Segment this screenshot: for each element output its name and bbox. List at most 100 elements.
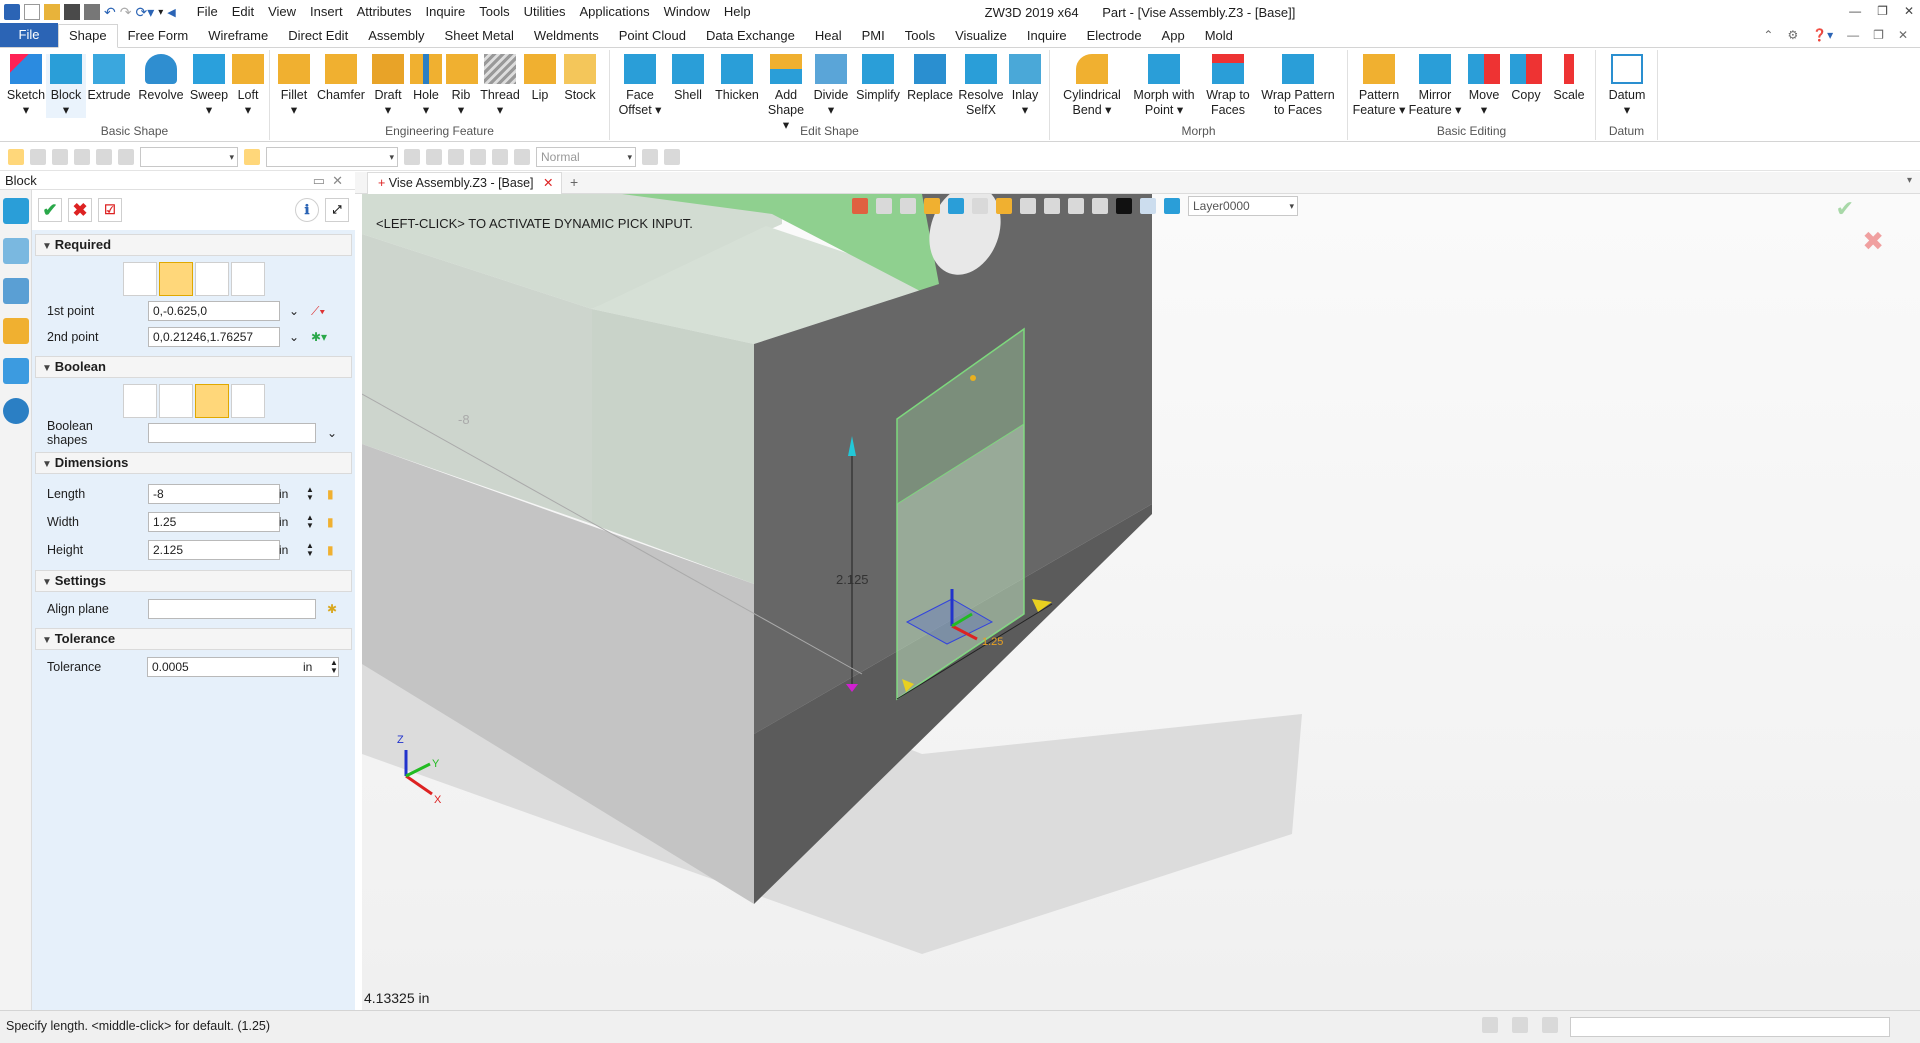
- wrap-to-faces-button[interactable]: Wrap to Faces: [1202, 54, 1254, 118]
- replace-button[interactable]: Replace: [906, 54, 954, 103]
- boolean-shapes-input[interactable]: [148, 423, 316, 443]
- height-spinner[interactable]: ▲ ▼: [306, 542, 314, 558]
- menu-tools[interactable]: Tools: [472, 0, 516, 24]
- help-icon[interactable]: ❓▾: [1812, 28, 1833, 42]
- vp-measure-icon[interactable]: [900, 198, 916, 214]
- minus-icon[interactable]: [52, 148, 68, 165]
- part-tab-icon[interactable]: [3, 318, 29, 344]
- revolve-button[interactable]: Revolve: [136, 54, 186, 103]
- tab-mold[interactable]: Mold: [1195, 25, 1243, 47]
- face-offset-button[interactable]: Face Offset ▾: [616, 54, 664, 118]
- layer-pick-icon[interactable]: [244, 148, 260, 165]
- sketch-button[interactable]: Sketch ▾: [6, 54, 46, 118]
- settings-header[interactable]: Settings: [35, 570, 352, 592]
- chamfer-button[interactable]: Chamfer: [316, 54, 366, 103]
- snap-icon[interactable]: [74, 148, 90, 165]
- menu-insert[interactable]: Insert: [303, 0, 350, 24]
- viewport-ok-icon[interactable]: ✔: [1836, 196, 1854, 222]
- undo-icon[interactable]: ↶: [104, 4, 116, 21]
- tab-assembly[interactable]: Assembly: [358, 25, 434, 47]
- tab-inquire[interactable]: Inquire: [1017, 25, 1077, 47]
- vp-display-icon[interactable]: [1092, 198, 1108, 214]
- new-tab-icon[interactable]: +: [570, 174, 578, 190]
- settings-gear-icon[interactable]: ⚙: [1787, 28, 1798, 42]
- 3d-viewport[interactable]: <LEFT-CLICK> TO ACTIVATE DYNAMIC PICK IN…: [362, 194, 1920, 1010]
- tab-app[interactable]: App: [1152, 25, 1195, 47]
- render-mode-combo[interactable]: Normal: [536, 146, 636, 167]
- tab-heal[interactable]: Heal: [805, 25, 852, 47]
- length-input[interactable]: -8: [148, 484, 280, 504]
- datum-button[interactable]: Datum ▾: [1602, 54, 1652, 118]
- history-tab-icon[interactable]: [3, 238, 29, 264]
- tab-file[interactable]: File: [0, 23, 58, 47]
- boolean-remove-icon[interactable]: [194, 384, 229, 418]
- gear-small-icon[interactable]: [664, 148, 680, 165]
- back-arrow-icon[interactable]: ◀: [167, 6, 175, 19]
- boolean-add-icon[interactable]: [158, 384, 193, 418]
- vp-fit-icon[interactable]: [1044, 198, 1060, 214]
- vp-box-icon[interactable]: [996, 198, 1012, 214]
- divide-button[interactable]: Divide ▾: [810, 54, 852, 118]
- inlay-button[interactable]: Inlay ▾: [1006, 54, 1044, 118]
- first-point-expand-icon[interactable]: ⌄: [289, 304, 299, 318]
- shell-button[interactable]: Shell: [668, 54, 708, 103]
- cylindrical-bend-button[interactable]: Cylindrical Bend ▾: [1058, 54, 1126, 118]
- tab-point-cloud[interactable]: Point Cloud: [609, 25, 696, 47]
- scale-button[interactable]: Scale: [1548, 54, 1590, 103]
- vp-exit-icon[interactable]: [852, 198, 868, 214]
- vp-section-icon[interactable]: [972, 198, 988, 214]
- quick-access-dropdown-icon[interactable]: ▾: [158, 7, 163, 18]
- tab-free-form[interactable]: Free Form: [118, 25, 199, 47]
- ribbon-collapse-icon[interactable]: ⌃: [1763, 28, 1773, 42]
- tolerance-header[interactable]: Tolerance: [35, 628, 352, 650]
- menu-window[interactable]: Window: [657, 0, 717, 24]
- tab-shape[interactable]: Shape: [58, 24, 118, 48]
- boolean-base-icon[interactable]: [122, 384, 157, 418]
- sweep-button[interactable]: Sweep ▾: [188, 54, 230, 118]
- length-spinner[interactable]: ▲ ▼: [306, 486, 314, 502]
- menu-utilities[interactable]: Utilities: [517, 0, 573, 24]
- tab-tools[interactable]: Tools: [895, 25, 945, 47]
- width-input[interactable]: 1.25: [148, 512, 280, 532]
- tab-pmi[interactable]: PMI: [852, 25, 895, 47]
- second-point-pick-icon[interactable]: ✱▾: [311, 330, 327, 344]
- layer-combo[interactable]: Layer0000: [1188, 196, 1298, 216]
- menu-help[interactable]: Help: [717, 0, 758, 24]
- simplify-button[interactable]: Simplify: [854, 54, 902, 103]
- status-grid-icon[interactable]: [1542, 1017, 1558, 1033]
- list-icon[interactable]: [470, 148, 486, 165]
- status-tree-icon[interactable]: [1482, 1017, 1498, 1033]
- tab-direct-edit[interactable]: Direct Edit: [278, 25, 358, 47]
- move-button[interactable]: Move ▾: [1464, 54, 1504, 118]
- command-input[interactable]: [1570, 1017, 1890, 1037]
- length-dim-label[interactable]: -8: [458, 412, 470, 427]
- boolean-intersect-icon[interactable]: [230, 384, 265, 418]
- first-point-pick-icon[interactable]: ⟋▾: [311, 304, 325, 319]
- menu-file[interactable]: File: [190, 0, 225, 24]
- resolve-selfx-button[interactable]: Resolve SelfX: [958, 54, 1004, 118]
- expand-button[interactable]: ⤢: [325, 198, 349, 222]
- thicken-button[interactable]: Thicken: [712, 54, 762, 103]
- length-lock-icon[interactable]: ▮: [327, 487, 334, 501]
- tab-data-exchange[interactable]: Data Exchange: [696, 25, 805, 47]
- display-icon[interactable]: [118, 148, 134, 165]
- first-point-input[interactable]: 0,-0.625,0: [148, 301, 280, 321]
- viewport-cancel-icon[interactable]: ✖: [1862, 226, 1884, 257]
- height-dim-label[interactable]: 2.125: [836, 572, 869, 587]
- menu-view[interactable]: View: [261, 0, 303, 24]
- align-icon[interactable]: [404, 148, 420, 165]
- open-file-icon[interactable]: [44, 4, 60, 20]
- minimize-icon[interactable]: —: [1849, 4, 1861, 18]
- tab-sheet-metal[interactable]: Sheet Metal: [435, 25, 524, 47]
- apply-button[interactable]: ☑: [98, 198, 122, 222]
- menu-attributes[interactable]: Attributes: [350, 0, 419, 24]
- status-display-icon[interactable]: [1512, 1017, 1528, 1033]
- copy-button[interactable]: Copy: [1506, 54, 1546, 103]
- tab-visualize[interactable]: Visualize: [945, 25, 1017, 47]
- wrap-pattern-button[interactable]: Wrap Pattern to Faces: [1258, 54, 1338, 118]
- block-type-1-icon[interactable]: [122, 262, 157, 296]
- vp-lighting-icon[interactable]: [1020, 198, 1036, 214]
- restore-icon[interactable]: ❐: [1877, 4, 1888, 18]
- render-icon[interactable]: [514, 148, 530, 165]
- thread-button[interactable]: Thread ▾: [478, 54, 522, 118]
